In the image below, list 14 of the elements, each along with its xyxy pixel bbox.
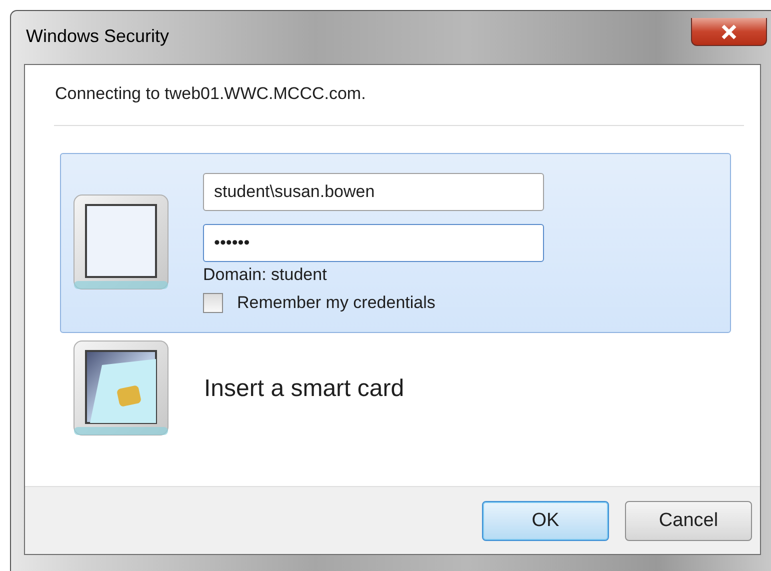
credential-tile[interactable]: student\susan.bowen •••••• Domain: student Remember my credentials [60,153,731,333]
remember-label[interactable]: Remember my credentials [237,293,436,313]
credential-tile[interactable]: Insert a smart card [60,333,731,445]
remember-checkbox[interactable] [203,293,223,313]
close-button[interactable] [691,18,767,46]
close-icon [719,24,739,40]
smart-card-label: Insert a smart card [204,375,404,403]
connection-message: Connecting to tweb01.WWC.MCCC.com. [55,84,367,104]
window-title: Windows Security [26,26,170,47]
password-field[interactable]: •••••• [203,224,544,262]
username-field[interactable]: student\susan.bowen [203,173,544,211]
domain-label: Domain: student [203,265,328,285]
dialog-button[interactable]: OK [482,500,609,540]
dialog-button[interactable]: Cancel [625,500,752,540]
